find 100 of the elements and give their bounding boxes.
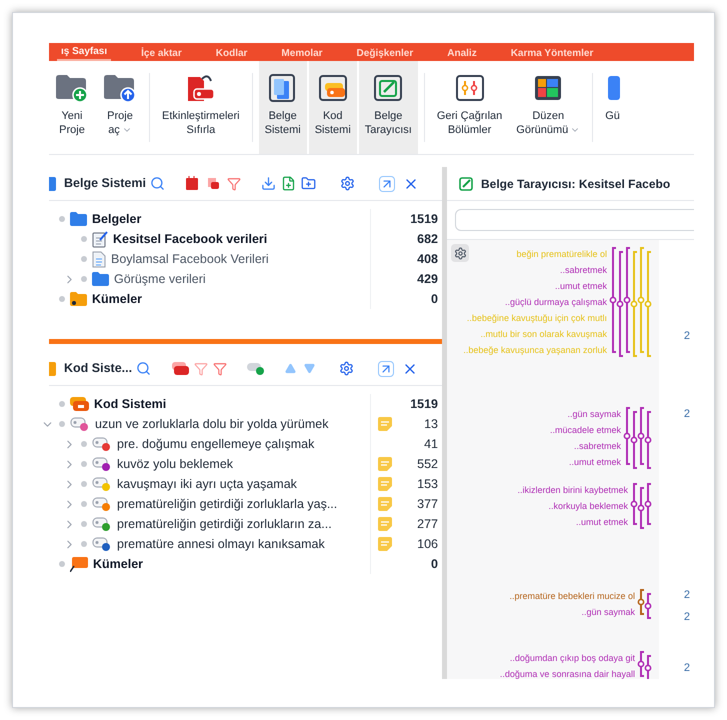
undock-icon[interactable] [378, 360, 394, 376]
coded-segment-label[interactable]: ..gün saymak [581, 604, 635, 620]
memo-icon[interactable] [376, 456, 392, 472]
panel-icon [606, 73, 620, 103]
undock-icon[interactable] [378, 176, 395, 192]
tree-bullet-icon [81, 501, 87, 507]
code-label[interactable]: kavuşmayı iki ayrı uçta yaşamak [117, 474, 297, 494]
add-code-icon[interactable] [247, 362, 266, 376]
tree-item-label[interactable]: Boylamsal Facebook Verileri [111, 250, 269, 268]
code-label[interactable]: kuvöz yolu beklemek [117, 454, 234, 474]
tree-bullet-icon [59, 216, 65, 222]
tree-bullet-icon [81, 276, 87, 282]
ribbon-tab[interactable]: Değişkenler [352, 47, 418, 61]
code-label[interactable]: pre. doğumu engellemeye çalışmak [117, 434, 314, 454]
tree-item-label[interactable]: Kümeler [92, 290, 142, 308]
tree-bullet-icon [81, 236, 87, 242]
folder-icon [92, 272, 109, 286]
panel-title: Kod Siste... [64, 360, 132, 378]
code-label[interactable]: prematüre annesi olmayı kanıksamak [117, 534, 325, 554]
memo-icon[interactable] [376, 496, 392, 512]
filter-icon[interactable] [213, 362, 228, 376]
move-down-icon[interactable] [304, 363, 316, 374]
code-label[interactable]: prematüreliğin getirdiği zorluklarla yaş... [117, 494, 338, 514]
paragraph-number: 2 [684, 406, 690, 422]
toolbar-button[interactable]: Kod Sistemi [308, 61, 357, 154]
coded-segment-label[interactable]: ..güçlü durmaya çalışmak [504, 294, 607, 310]
panel-title: Belge Tarayıcısı: Kesitsel Facebo [481, 176, 670, 192]
document-tag-icon[interactable] [206, 176, 221, 191]
move-up-icon[interactable] [285, 363, 296, 374]
tree-item-label[interactable]: Kesitsel Facebook verileri [113, 230, 268, 248]
ribbon-tab[interactable]: ış Sayfası [57, 45, 112, 61]
paragraph-number: 2 [684, 328, 690, 344]
memo-icon[interactable] [376, 536, 392, 552]
ribbon-tab[interactable]: Analiz [443, 47, 481, 61]
memo-icon[interactable] [376, 516, 392, 532]
coded-segment-label[interactable]: ..doğumdan çıkıp boş odaya git [510, 650, 635, 666]
count-cell-text: 408 [416, 250, 439, 268]
ribbon-tab[interactable]: Karma Yöntemler [506, 47, 598, 61]
sets-icon [70, 556, 88, 572]
settings-icon[interactable] [340, 176, 355, 191]
coded-segment-label[interactable]: ..umut etmek [554, 278, 607, 294]
ribbon-tab[interactable]: Kodlar [212, 47, 252, 61]
toolbar-button[interactable]: Geri Çağrılan Bölümler [430, 61, 508, 154]
tree-bullet-icon [81, 441, 87, 447]
coded-segment-label[interactable]: ..mücadele etmek [550, 422, 621, 438]
toolbar-button[interactable]: Belge Tarayıcısı [358, 61, 418, 154]
folder-icon [70, 212, 87, 226]
settings-icon[interactable] [339, 361, 354, 376]
code-tag-icon[interactable] [171, 362, 190, 376]
coded-segment-label[interactable]: ..umut etmek [576, 514, 628, 530]
count-cell-text: 277 [416, 516, 439, 533]
toolbar-button[interactable]: Düzen Görünümü [510, 61, 586, 154]
paragraph-number: 2 [684, 588, 690, 603]
toolbar-button[interactable]: Gü [599, 61, 626, 154]
count-cell-text: 429 [416, 270, 439, 288]
code-label[interactable]: Kod Sistemi [94, 394, 166, 414]
tree-bullet-icon [81, 481, 87, 487]
search-icon[interactable] [150, 176, 165, 191]
sets-folder-icon [70, 292, 87, 306]
coded-segment-label[interactable]: ..doğuma ve sonrasına dair hayall [500, 666, 635, 679]
add-folder-icon[interactable] [300, 176, 316, 191]
search-icon[interactable] [136, 361, 152, 376]
coded-segment-label[interactable]: ..ikizlerden birini kaybetmek [517, 482, 628, 498]
edit-document-icon [459, 176, 473, 190]
retrieved-segments-icon [454, 73, 486, 103]
count-cell-text: 0 [430, 556, 439, 573]
memo-icon[interactable] [376, 476, 392, 492]
toolbar-button[interactable]: Yeni Proje [49, 61, 95, 154]
toolbar-button[interactable]: Etkinleştirmeleri Sıfırla [156, 61, 246, 154]
coded-segment-label[interactable]: ..sabretmek [574, 438, 621, 454]
code-label[interactable]: prematüreliğin getirdiği zorlukların za... [117, 514, 332, 534]
coded-segment-label[interactable]: ..umut etmek [568, 454, 621, 470]
tree-bullet-icon [81, 521, 87, 527]
code-tag-icon [316, 73, 349, 103]
count-cell-text: 0 [430, 290, 439, 308]
count-cell-text: 552 [416, 456, 439, 473]
download-icon[interactable] [260, 176, 276, 191]
ribbon-tab[interactable]: İçe aktar [137, 47, 186, 61]
tree-item-label[interactable]: Belgeler [92, 210, 142, 228]
count-cell-text: 106 [416, 536, 439, 553]
coded-segment-label[interactable]: ..sabretmek [560, 262, 607, 278]
code-label[interactable]: uzun ve zorluklarla dolu bir yolda yürümek [95, 414, 328, 434]
toolbar-button[interactable]: Proje aç [97, 61, 143, 154]
coded-segment-label[interactable]: ..prematüre bebekleri mucize ol [509, 588, 635, 604]
tree-item-label[interactable]: Görüşme verileri [114, 270, 206, 288]
code-system-icon [70, 397, 89, 411]
filter-icon[interactable] [226, 176, 241, 190]
coded-segment-label[interactable]: ..korkuyla beklemek [548, 498, 628, 514]
settings-button[interactable] [451, 244, 469, 262]
folder-plus-icon [55, 73, 89, 103]
toolbar-button[interactable]: Belge Sistemi [258, 61, 307, 154]
add-document-icon[interactable] [280, 176, 296, 191]
search-field[interactable] [455, 209, 694, 231]
tree-bullet-icon [81, 541, 87, 547]
edit-document-icon [92, 230, 108, 248]
memo-icon[interactable] [376, 416, 392, 432]
ribbon-tab[interactable]: Memolar [277, 47, 327, 61]
code-label[interactable]: Kümeler [93, 554, 144, 574]
filter-icon[interactable] [194, 362, 208, 376]
coded-segment-label[interactable]: ..gün saymak [567, 406, 621, 422]
